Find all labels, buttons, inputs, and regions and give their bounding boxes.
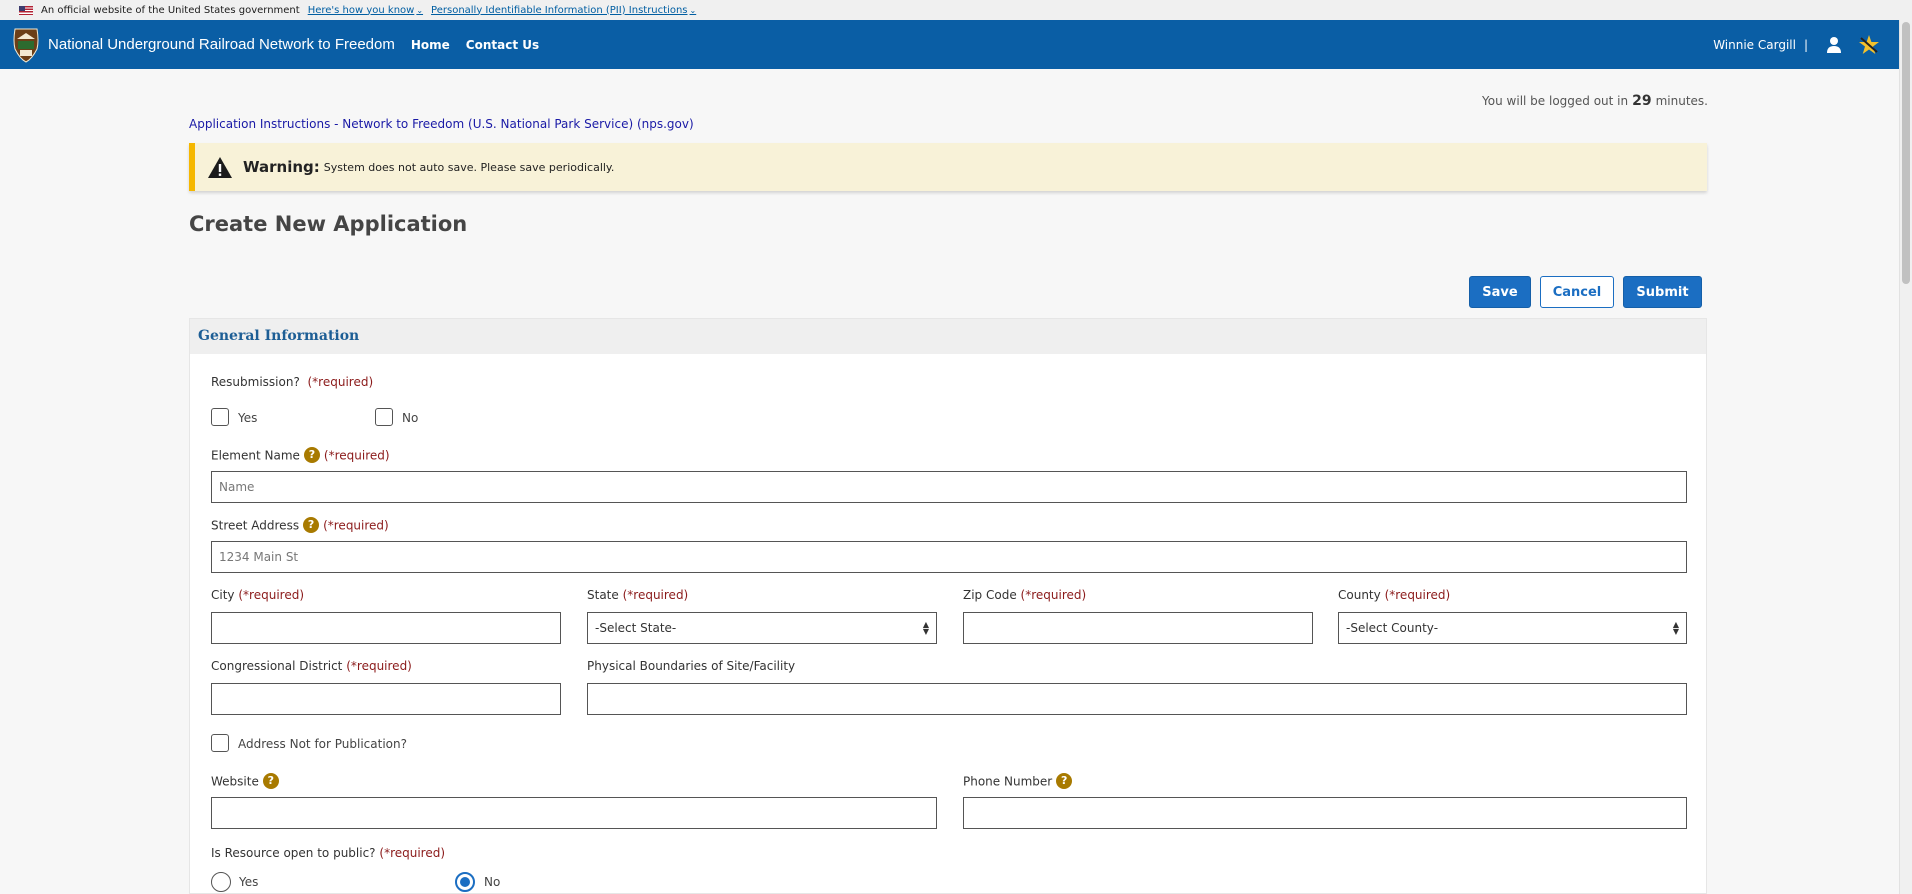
congressional-district-label: Congressional District (*required)	[211, 659, 412, 673]
resubmission-yes-checkbox[interactable]	[211, 408, 229, 426]
site-header: National Underground Railroad Network to…	[0, 20, 1900, 69]
page-scrollbar[interactable]	[1899, 20, 1912, 894]
open-to-public-no-label: No	[484, 875, 501, 889]
heres-how-you-know-link[interactable]: Here's how you know ⌄	[308, 5, 423, 16]
warning-title: Warning:	[243, 158, 320, 176]
us-flag-icon	[19, 5, 33, 15]
zip-code-label: Zip Code (*required)	[963, 588, 1087, 602]
state-label: State (*required)	[587, 588, 689, 602]
open-to-public-label: Is Resource open to public? (*required)	[211, 846, 446, 860]
nav-home[interactable]: Home	[411, 38, 450, 52]
header-user-area: Winnie Cargill |	[1713, 20, 1880, 69]
cancel-button[interactable]: Cancel	[1540, 276, 1614, 308]
warning-banner: Warning: System does not auto save. Plea…	[189, 143, 1707, 191]
county-select[interactable]: -Select County- ▲ ▼	[1338, 612, 1687, 644]
city-input[interactable]	[211, 612, 561, 644]
address-not-for-publication-label: Address Not for Publication?	[238, 737, 407, 751]
gov-banner-text: An official website of the United States…	[41, 4, 300, 16]
county-label: County (*required)	[1338, 588, 1451, 602]
pii-instructions-link[interactable]: Personally Identifiable Information (PII…	[431, 5, 696, 16]
site-title[interactable]: National Underground Railroad Network to…	[48, 36, 395, 53]
address-not-for-publication-checkbox[interactable]	[211, 734, 229, 752]
element-name-label: Element Name? (*required)	[211, 447, 390, 463]
user-profile-icon[interactable]	[1826, 36, 1842, 54]
chevron-down-icon: ⌄	[416, 5, 424, 15]
save-button[interactable]: Save	[1469, 276, 1531, 308]
submit-button[interactable]: Submit	[1623, 276, 1702, 308]
panel-header: General Information	[190, 319, 1706, 354]
resubmission-no-checkbox[interactable]	[375, 408, 393, 426]
resubmission-label: Resubmission? (*required)	[211, 375, 374, 389]
street-address-label: Street Address? (*required)	[211, 517, 389, 533]
open-to-public-no-radio[interactable]	[455, 872, 475, 892]
header-separator: |	[1803, 37, 1808, 52]
open-to-public-yes-label: Yes	[239, 875, 259, 889]
phone-number-input[interactable]	[963, 797, 1687, 829]
city-label: City (*required)	[211, 588, 305, 602]
logout-suffix: minutes.	[1655, 94, 1708, 108]
website-label: Website?	[211, 773, 283, 791]
physical-boundaries-input[interactable]	[587, 683, 1687, 715]
phone-number-label: Phone Number?	[963, 773, 1076, 791]
nav-contact-us[interactable]: Contact Us	[466, 38, 539, 52]
street-address-input[interactable]: 1234 Main St	[211, 541, 1687, 573]
required-marker: (*required)	[307, 375, 374, 389]
website-input[interactable]	[211, 797, 937, 829]
network-to-freedom-star-icon[interactable]	[1858, 34, 1880, 56]
application-instructions-link[interactable]: Application Instructions - Network to Fr…	[189, 117, 694, 131]
warning-text: System does not auto save. Please save p…	[323, 160, 615, 174]
state-selected-value: -Select State-	[595, 621, 677, 635]
logout-timer: You will be logged out in 29 minutes.	[1482, 93, 1708, 109]
help-icon[interactable]: ?	[1056, 773, 1073, 789]
zip-code-input[interactable]	[963, 612, 1313, 644]
select-arrows-icon: ▲ ▼	[1672, 620, 1679, 636]
element-name-input[interactable]: Name	[211, 471, 1687, 503]
chevron-down-icon: ⌄	[689, 5, 697, 15]
resubmission-no-label: No	[402, 411, 419, 425]
nps-arrowhead-logo-icon[interactable]	[12, 27, 40, 63]
county-selected-value: -Select County-	[1346, 621, 1439, 635]
congressional-district-input[interactable]	[211, 683, 561, 715]
general-information-panel: General Information Resubmission? (*requ…	[189, 318, 1707, 894]
warning-triangle-icon	[207, 156, 233, 179]
page-title: Create New Application	[189, 212, 468, 236]
open-to-public-yes-radio[interactable]	[211, 872, 231, 892]
help-icon[interactable]: ?	[303, 447, 320, 463]
user-name[interactable]: Winnie Cargill	[1713, 38, 1796, 52]
gov-banner: An official website of the United States…	[0, 0, 1912, 21]
physical-boundaries-label: Physical Boundaries of Site/Facility	[587, 659, 796, 673]
section-title: General Information	[198, 328, 360, 344]
logout-prefix: You will be logged out in	[1482, 94, 1629, 108]
state-select[interactable]: -Select State- ▲ ▼	[587, 612, 937, 644]
help-icon[interactable]: ?	[262, 773, 279, 789]
scrollbar-thumb[interactable]	[1902, 22, 1910, 284]
logout-minutes: 29	[1632, 93, 1652, 109]
select-arrows-icon: ▲ ▼	[922, 620, 929, 636]
resubmission-yes-label: Yes	[238, 411, 258, 425]
help-icon[interactable]: ?	[303, 517, 320, 533]
